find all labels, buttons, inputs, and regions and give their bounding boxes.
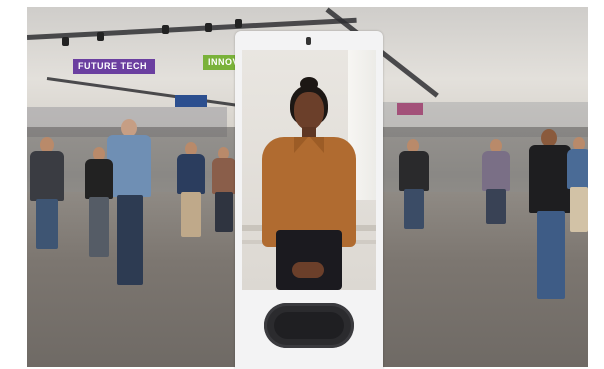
banner-blue — [175, 95, 207, 107]
camera-icon — [306, 37, 311, 45]
banner-future-tech: FUTURE TECH — [73, 59, 155, 74]
ceiling-light — [162, 25, 169, 34]
kiosk-display — [235, 31, 383, 369]
avatar-hands — [292, 262, 324, 278]
avatar-skirt — [276, 230, 342, 290]
ceiling-light — [235, 19, 242, 28]
kiosk-screen — [242, 50, 376, 290]
avatar-collar — [294, 137, 308, 153]
ceiling-light — [62, 37, 69, 46]
avatar-collar — [310, 137, 324, 153]
ceiling-light — [97, 32, 104, 41]
avatar-face — [294, 92, 324, 130]
speaker-grille-icon — [264, 303, 354, 348]
speaker-grille — [274, 312, 344, 339]
ceiling-light — [205, 23, 212, 32]
